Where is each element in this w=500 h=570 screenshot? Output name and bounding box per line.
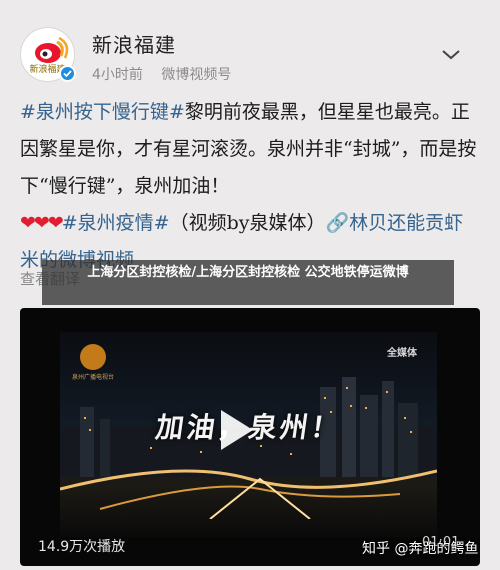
post-source[interactable]: 微博视频号 xyxy=(161,67,231,83)
zhihu-watermark: 知乎 @奔跑的鳄鱼 xyxy=(362,541,479,557)
overlay-banner: 上海分区封控核检/上海分区封控核检 公交地铁停运微博 xyxy=(42,260,454,305)
hashtag-quanzhou-epidemic[interactable]: #泉州疫情# xyxy=(62,212,170,234)
hashtag-quanzhou-slow[interactable]: #泉州按下慢行键# xyxy=(20,101,185,123)
chevron-down-icon[interactable] xyxy=(442,50,460,60)
verified-badge-icon xyxy=(59,65,76,82)
post-time: 4小时前 xyxy=(92,67,143,83)
author-name[interactable]: 新浪福建 xyxy=(92,29,176,58)
play-icon[interactable] xyxy=(221,410,253,450)
bridge-lights xyxy=(60,469,437,519)
post-meta: 4小时前 微博视频号 xyxy=(92,64,245,84)
hearts-emoji: ❤❤❤ xyxy=(20,212,64,234)
view-count: 14.9万次播放 xyxy=(38,539,126,555)
post-text: #泉州按下慢行键#黎明前夜最黑，但星星也最亮。正因繁星是你，才有星河滚烫。泉州并… xyxy=(20,94,480,279)
video-credit: （视频by泉媒体） xyxy=(169,212,326,234)
media-logo: 全媒体 xyxy=(387,348,417,359)
